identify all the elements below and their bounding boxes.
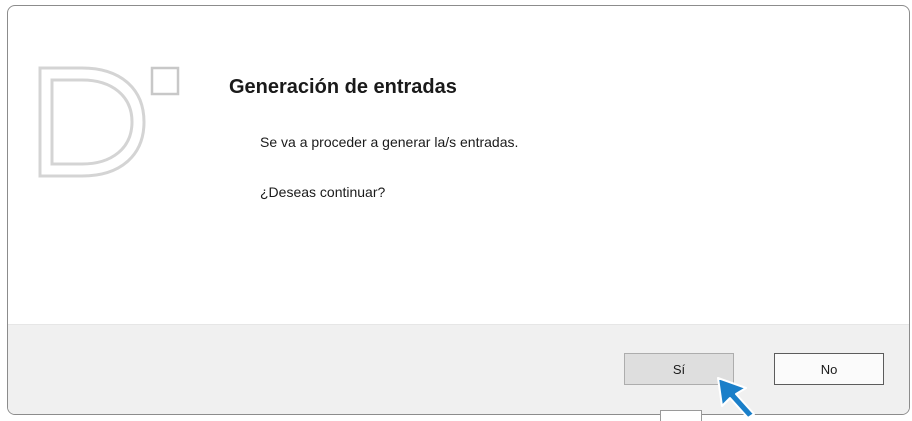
- dialog-question: ¿Deseas continuar?: [260, 184, 386, 200]
- dialog-title: Generación de entradas: [229, 76, 457, 98]
- dialog-footer: Sí No: [8, 324, 909, 414]
- yes-button[interactable]: Sí: [624, 353, 734, 385]
- no-button[interactable]: No: [774, 353, 884, 385]
- taskbar-tab: [660, 410, 702, 421]
- confirmation-dialog: Generación de entradas Se va a proceder …: [7, 5, 910, 415]
- dialog-message: Se va a proceder a generar la/s entradas…: [260, 134, 519, 150]
- app-logo-icon: [38, 66, 180, 178]
